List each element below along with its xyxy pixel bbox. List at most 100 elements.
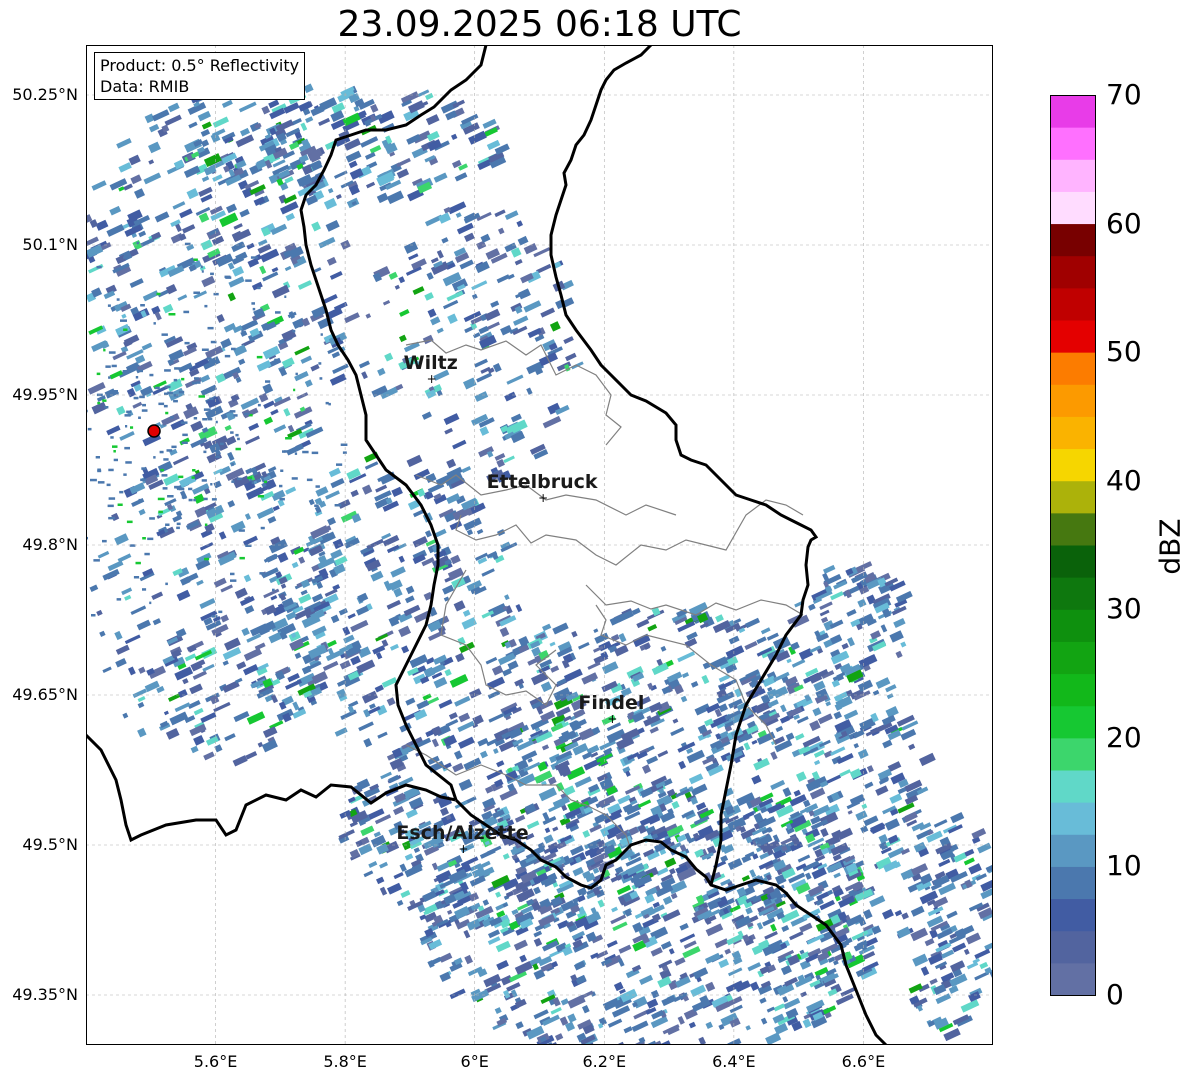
echo-pixel <box>129 482 146 495</box>
colorbar-segment <box>1050 480 1096 514</box>
echo-pixel <box>544 827 551 834</box>
echo-pixel <box>211 615 218 618</box>
echo-pixel <box>786 658 792 664</box>
echo-pixel <box>387 882 402 895</box>
echo-pixel <box>846 609 857 617</box>
echo-pixel <box>782 787 792 798</box>
echo-pixel <box>107 560 124 572</box>
echo-pixel <box>205 345 224 359</box>
echo-pixel <box>797 854 811 863</box>
echo-pixel <box>363 708 371 718</box>
echo-pixel <box>272 505 280 512</box>
echo-pixel <box>274 358 280 362</box>
echo-pixel <box>727 1038 742 1045</box>
echo-pixel <box>497 227 505 235</box>
echo-pixel <box>279 497 285 501</box>
radar-map <box>86 45 993 1045</box>
echo-pixel <box>448 712 458 720</box>
echo-pixel <box>800 991 808 998</box>
echo-pixel <box>244 513 251 520</box>
echo-pixel <box>334 170 348 179</box>
lat-tick-label: 49.35°N <box>12 985 78 1004</box>
echo-pixel <box>246 711 266 725</box>
echo-pixel <box>814 759 821 766</box>
echo-pixel <box>565 352 577 362</box>
echo-pixel <box>311 593 324 603</box>
echo-pixel <box>315 486 329 497</box>
echo-pixel <box>766 632 779 641</box>
echo-pixel <box>649 726 659 734</box>
lat-tick-label: 49.95°N <box>12 385 78 404</box>
echo-pixel <box>441 237 449 244</box>
echo-pixel <box>485 656 498 665</box>
echo-pixel <box>705 923 724 937</box>
echo-pixel <box>151 591 164 600</box>
echo-pixel <box>130 426 134 429</box>
echo-pixel <box>130 605 147 616</box>
echo-pixel <box>124 634 141 645</box>
echo-pixel <box>318 117 331 127</box>
echo-pixel <box>260 526 265 530</box>
echo-pixel <box>181 377 185 381</box>
echo-pixel <box>182 224 196 234</box>
echo-pixel <box>474 358 488 368</box>
echo-pixel <box>513 315 529 326</box>
echo-pixel <box>152 109 170 122</box>
echo-pixel <box>97 550 110 559</box>
colorbar-segment <box>1050 641 1096 675</box>
colorbar-segment <box>1050 673 1096 707</box>
echo-pixel <box>132 688 147 698</box>
echo-pixel <box>257 403 261 407</box>
product-info-box: Product: 0.5° Reflectivity Data: RMIB <box>94 52 306 100</box>
echo-pixel <box>936 928 953 940</box>
echo-pixel <box>785 732 795 741</box>
echo-pixel <box>156 292 161 296</box>
echo-pixel <box>279 484 283 488</box>
echo-pixel <box>837 827 853 841</box>
echo-pixel <box>342 626 351 636</box>
echo-pixel <box>518 636 530 647</box>
echo-pixel <box>109 370 123 380</box>
echo-pixel <box>404 853 414 861</box>
echo-pixel <box>213 292 219 296</box>
colorbar-segment <box>1050 802 1096 835</box>
echo-pixel <box>860 825 869 834</box>
echo-pixel <box>377 731 388 739</box>
echo-pixel <box>108 497 116 500</box>
echo-pixel <box>121 587 133 596</box>
echo-pixel <box>224 354 231 358</box>
echo-pixel <box>494 453 506 461</box>
city-marker-icon: + <box>607 712 618 726</box>
echo-pixel <box>193 498 196 502</box>
echo-pixel <box>950 811 965 824</box>
echo-pixel <box>884 818 900 831</box>
colorbar-tick-label: 70 <box>1106 78 1142 111</box>
echo-pixel <box>211 498 217 501</box>
echo-pixel <box>375 484 388 493</box>
echo-pixel <box>262 383 274 394</box>
echo-pixel <box>405 697 416 706</box>
echo-pixel <box>270 595 278 601</box>
echo-pixel <box>908 983 923 994</box>
colorbar-segment <box>1050 770 1096 803</box>
echo-pixel <box>674 957 686 966</box>
echo-pixel <box>163 458 169 461</box>
echo-pixel <box>756 922 764 930</box>
echo-pixel <box>679 933 696 943</box>
echo-pixel <box>396 157 411 168</box>
echo-pixel <box>398 276 406 284</box>
echo-pixel <box>265 380 271 383</box>
echo-pixel <box>370 103 379 113</box>
echo-pixel <box>119 431 135 441</box>
echo-pixel <box>714 938 729 949</box>
echo-pixel <box>263 400 275 409</box>
echo-pixel <box>191 476 195 479</box>
echo-pixel <box>235 677 243 684</box>
echo-pixel <box>826 861 843 874</box>
echo-pixel <box>247 476 253 479</box>
echo-pixel <box>688 1021 696 1029</box>
echo-pixel <box>179 437 190 446</box>
echo-pixel <box>108 516 115 520</box>
echo-pixel <box>910 905 925 917</box>
echo-pixel <box>853 743 859 749</box>
